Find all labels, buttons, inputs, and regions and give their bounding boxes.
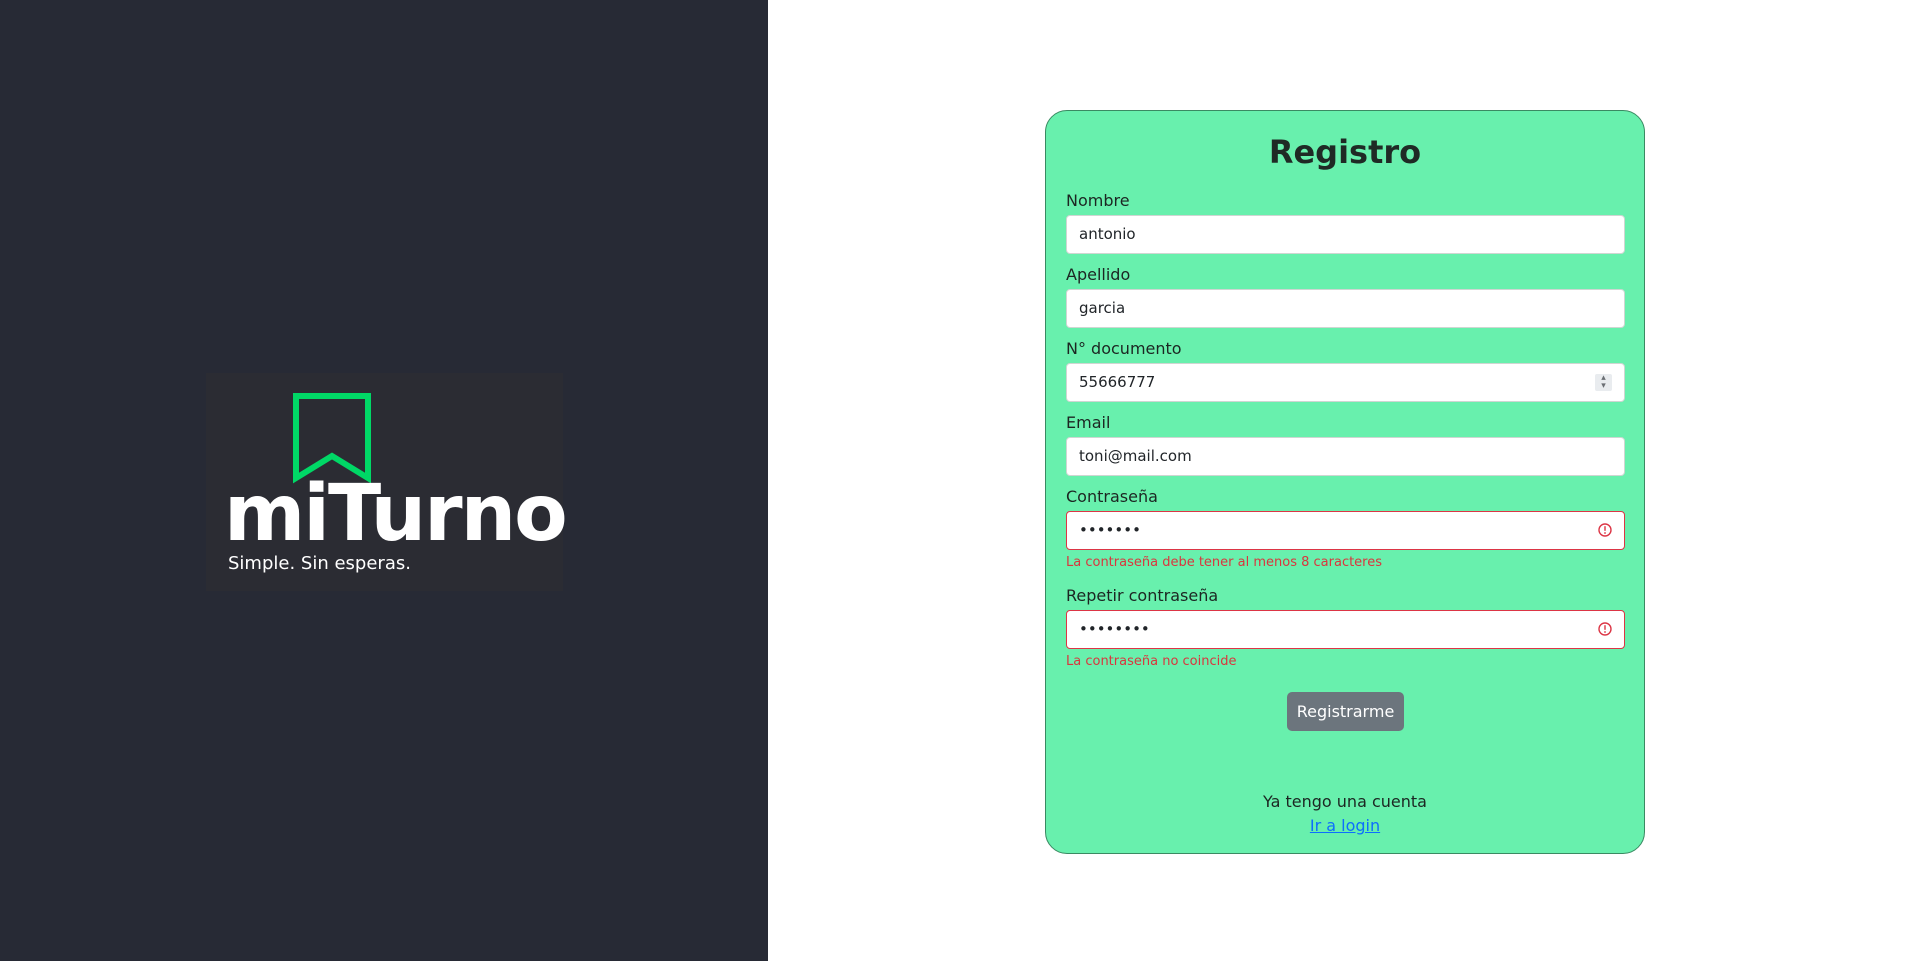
email-label: Email xyxy=(1066,413,1111,432)
password-value: ••••••• xyxy=(1079,521,1141,539)
logo: miTurno Simple. Sin esperas. xyxy=(206,373,568,591)
repeat-password-error: La contraseña no coincide xyxy=(1066,654,1237,669)
repeat-password-label: Repetir contraseña xyxy=(1066,586,1219,605)
password-field[interactable]: ••••••• xyxy=(1066,511,1625,550)
apellido-value: garcia xyxy=(1079,299,1126,317)
logo-tagline: Simple. Sin esperas. xyxy=(228,553,411,574)
apellido-field[interactable]: garcia xyxy=(1066,289,1625,328)
login-link[interactable]: Ir a login xyxy=(1046,816,1644,835)
password-error: La contraseña debe tener al menos 8 cara… xyxy=(1066,555,1383,570)
email-value: toni@mail.com xyxy=(1079,447,1192,465)
nombre-field[interactable]: antonio xyxy=(1066,215,1625,254)
documento-field[interactable]: 55666777 ▴ ▾ xyxy=(1066,363,1625,402)
email-field[interactable]: toni@mail.com xyxy=(1066,437,1625,476)
apellido-label: Apellido xyxy=(1066,265,1131,284)
number-spinner[interactable]: ▴ ▾ xyxy=(1595,374,1612,391)
register-button[interactable]: Registrarme xyxy=(1287,692,1404,731)
page-title: Registro xyxy=(1268,133,1422,171)
repeat-password-field[interactable]: •••••••• xyxy=(1066,610,1625,649)
documento-label: N° documento xyxy=(1066,339,1182,358)
account-prompt: Ya tengo una cuenta xyxy=(1263,792,1427,811)
nombre-value: antonio xyxy=(1079,225,1136,243)
brand-panel: miTurno Simple. Sin esperas. xyxy=(0,0,768,961)
register-card: Registro Nombre antonio Apellido garcia … xyxy=(1045,110,1645,854)
logo-wordmark: miTurno xyxy=(224,469,568,559)
error-icon xyxy=(1598,523,1612,537)
nombre-label: Nombre xyxy=(1066,191,1130,210)
error-icon xyxy=(1598,622,1612,636)
repeat-password-value: •••••••• xyxy=(1079,620,1150,638)
documento-value: 55666777 xyxy=(1079,373,1156,391)
password-label: Contraseña xyxy=(1066,487,1158,506)
